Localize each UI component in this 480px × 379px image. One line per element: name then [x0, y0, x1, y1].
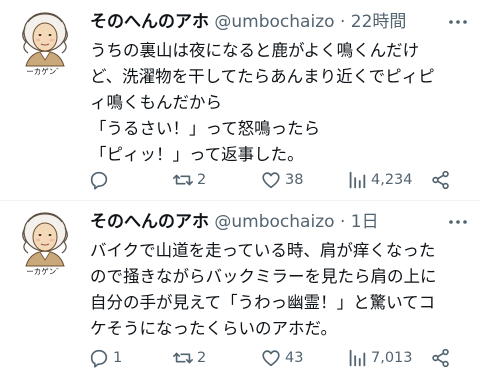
tweet-line: ケそうになったくらいのアホだ。 — [90, 319, 338, 338]
author-name[interactable]: そのへんのアホ — [90, 212, 209, 232]
like-button[interactable]: 38 — [260, 168, 303, 192]
heart-icon — [262, 350, 280, 367]
more-icon[interactable] — [446, 12, 470, 32]
retweet-button[interactable]: 2 — [172, 346, 206, 370]
tweet-line: バイクで山道を走っている時、肩が痒くなった — [90, 241, 436, 260]
views-button[interactable]: 4,234 — [346, 168, 413, 192]
tweet[interactable]: ーカゲン゛ そのへんのアホ @umbochaizo · 1日 バイクで山道を走っ… — [0, 200, 480, 379]
tweet-line: ので掻きながらバックミラーを見たら肩の上に — [90, 267, 437, 286]
tweet-text: うちの裏山は夜になると鹿がよく鳴くんだけ ど、洗濯物を干してたらあんまり近くでピ… — [90, 38, 472, 168]
tweet[interactable]: ーカゲン゛ そのへんのアホ @umbochaizo · 22時間 うちの裏山は夜… — [0, 0, 480, 200]
tweet-line: ィ鳴くもんだから — [90, 93, 222, 112]
author-handle[interactable]: @umbochaizo — [214, 12, 334, 32]
avatar-caption: ーカゲン゛ — [26, 267, 64, 276]
retweet-button[interactable]: 2 — [172, 168, 206, 192]
reply-button[interactable] — [88, 168, 113, 192]
retweet-count: 2 — [197, 350, 207, 366]
share-icon — [432, 348, 449, 368]
tweet-line: 「ピィッ！」って返事した。 — [90, 145, 304, 164]
action-bar: 2 38 4,234 — [88, 168, 460, 192]
action-bar: 1 2 43 7,013 — [88, 346, 460, 370]
timestamp[interactable]: 1日 — [351, 212, 379, 232]
share-button[interactable] — [430, 168, 452, 192]
like-button[interactable]: 43 — [260, 346, 303, 370]
avatar-caption: ーカゲン゛ — [26, 67, 64, 76]
author-handle[interactable]: @umbochaizo — [214, 212, 334, 232]
tweet-line: ど、洗濯物を干してたらあんまり近くでピィピ — [90, 67, 435, 86]
reply-icon — [90, 171, 108, 190]
timestamp[interactable]: 22時間 — [351, 12, 407, 32]
views-count: 7,013 — [371, 350, 413, 366]
share-button[interactable] — [430, 346, 452, 370]
reply-icon — [90, 349, 108, 368]
views-icon — [349, 349, 366, 367]
tweet-header: そのへんのアホ @umbochaizo · 1日 — [90, 212, 379, 232]
retweet-icon — [173, 174, 193, 186]
separator: · — [339, 12, 346, 32]
author-name[interactable]: そのへんのアホ — [90, 12, 209, 32]
tweet-line: 自分の手が見えて「うわっ幽霊！」と驚いてコ — [90, 293, 436, 312]
views-icon — [349, 171, 366, 189]
heart-icon — [262, 172, 280, 189]
tweet-line: うちの裏山は夜になると鹿がよく鳴くんだけ — [90, 41, 420, 60]
tweet-line: 「うるさい！」って怒鳴ったら — [90, 119, 321, 138]
like-count: 38 — [285, 172, 304, 188]
separator: · — [339, 212, 346, 232]
avatar[interactable]: ーカゲン゛ — [14, 10, 76, 76]
tweet-header: そのへんのアホ @umbochaizo · 22時間 — [90, 12, 406, 32]
retweet-count: 2 — [197, 172, 207, 188]
reply-button[interactable]: 1 — [88, 346, 122, 370]
reply-count: 1 — [113, 350, 123, 366]
more-icon[interactable] — [446, 212, 470, 232]
retweet-icon — [173, 352, 193, 364]
like-count: 43 — [285, 350, 304, 366]
views-button[interactable]: 7,013 — [346, 346, 413, 370]
avatar[interactable]: ーカゲン゛ — [14, 210, 76, 276]
tweet-text: バイクで山道を走っている時、肩が痒くなった ので掻きながらバックミラーを見たら肩… — [90, 238, 472, 342]
views-count: 4,234 — [371, 172, 413, 188]
share-icon — [432, 170, 449, 190]
